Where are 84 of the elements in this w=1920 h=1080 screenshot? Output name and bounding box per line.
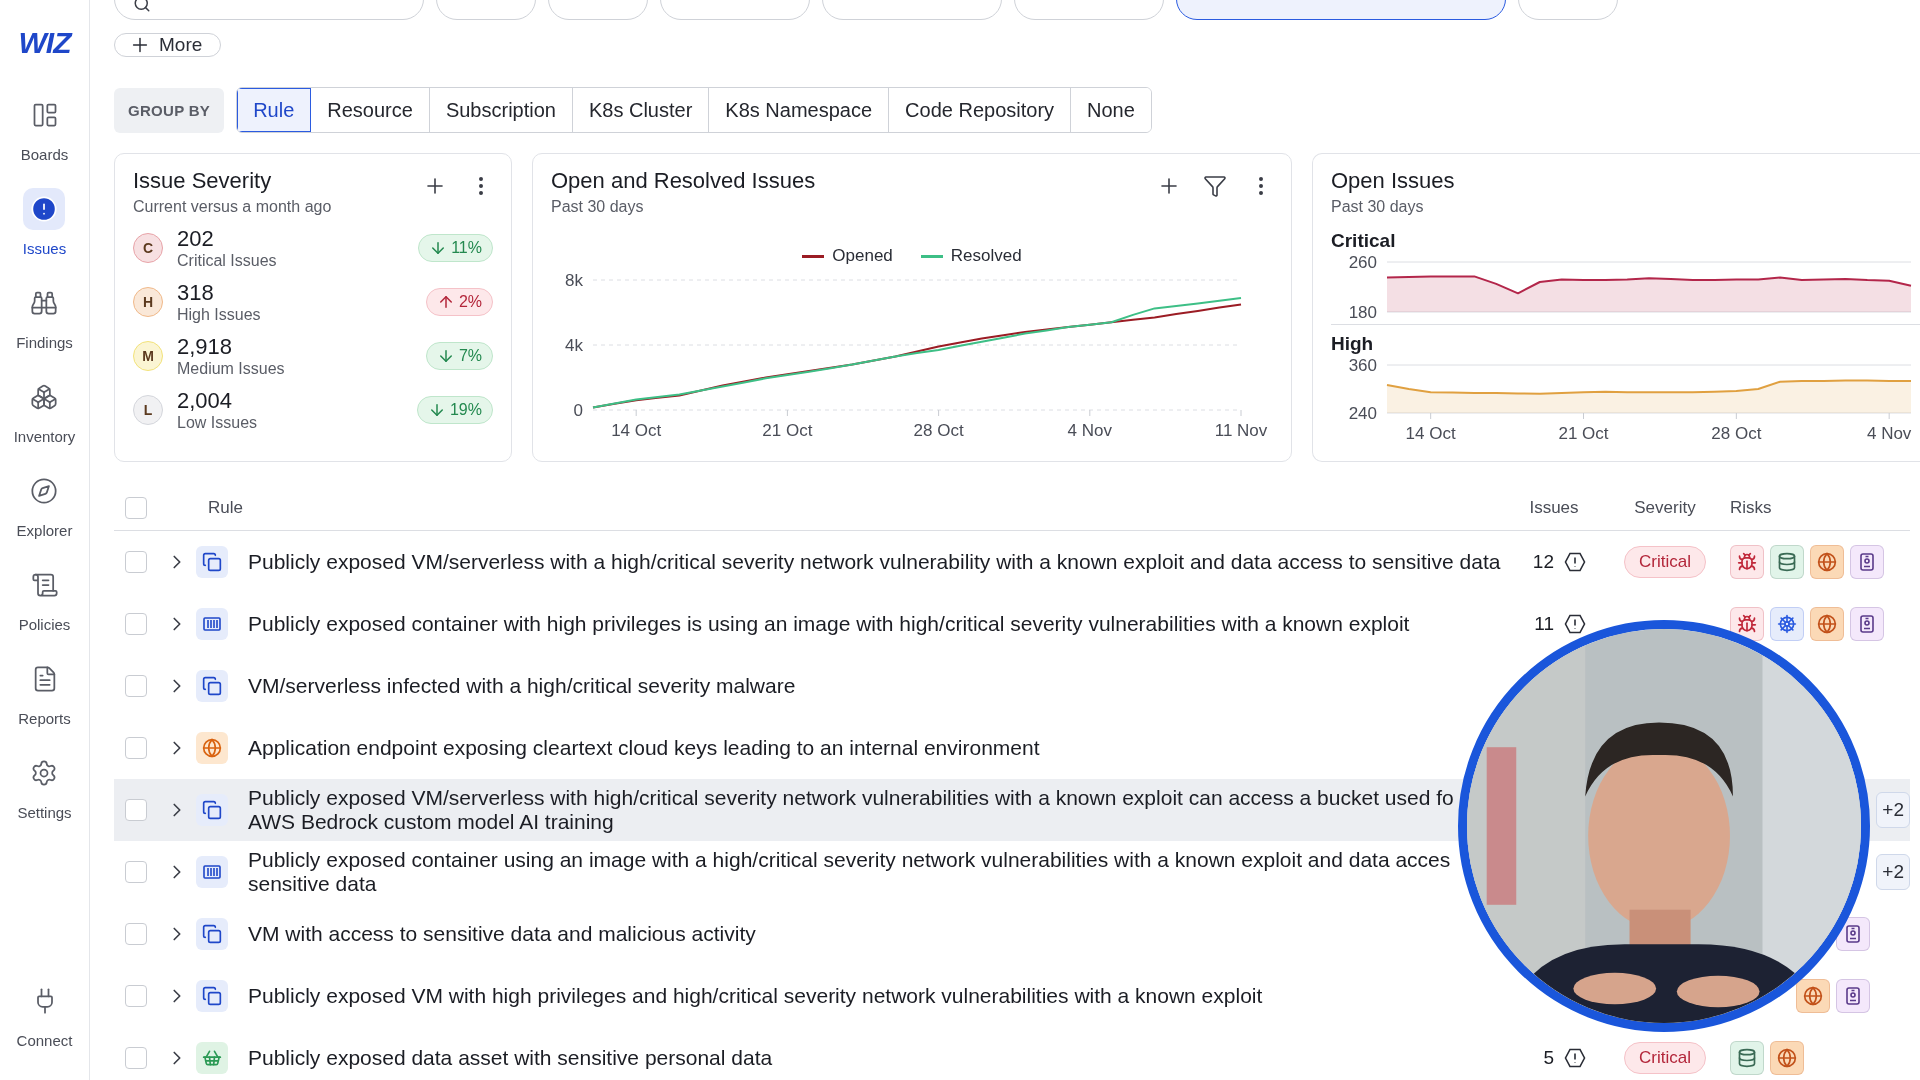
group-by-label: GROUP BY [114,87,225,133]
rule-text[interactable]: Publicly exposed VM with high privileges and high/critical severity network vulnerabilities with a known exploit [248,984,1263,1008]
nav-item[interactable]: Policies [18,564,71,658]
more-risks-badge[interactable]: +2 [1876,792,1910,828]
panel-title: Critical [1331,230,1397,252]
axis-label: 14 Oct [611,421,662,440]
nav-item[interactable]: Explorer [16,470,73,564]
rule-text[interactable]: Publicly exposed VM/serverless with high/critical severity network vulnerabilities with a known exploit can access a bucket used fo AWS Bedrock custom model AI training [248,786,1454,834]
change-badge: 7% [425,342,493,370]
severity-label: Medium Issues [177,360,286,378]
nav-item[interactable]: Issues [22,188,67,282]
nav-label: Settings [17,804,72,821]
nav-label: Explorer [16,522,73,539]
nav-item[interactable]: Inventory [13,376,76,470]
axis-label: 0 [573,401,583,420]
axis-label: 14 Oct [1405,424,1456,443]
axis-label: 360 [1348,356,1377,375]
nav-label: Boards [20,146,69,163]
axis-label: 4 Nov [1067,421,1112,440]
severity-label: Critical Issues [177,252,278,270]
nav-label: Issues [22,240,67,257]
card-title: Open and Resolved Issues [551,168,816,194]
column-header[interactable]: Issues [1529,498,1579,518]
logo[interactable]: WIZ [18,26,71,60]
group-by-tab[interactable]: Rule [237,88,312,132]
more-button[interactable]: More [114,33,222,57]
card-title: Issue Severity [133,168,273,194]
severity-label: Low Issues [177,414,259,432]
axis-label: 4 Nov [1866,424,1912,443]
severity-badge: Critical [1624,1042,1706,1074]
rule-text[interactable]: Publicly exposed container using an image with a high/critical severity network vulnerabilities with a known exploit and data acces sensitive data [248,848,1451,896]
change-badge: 11% [418,234,493,262]
nav-item[interactable]: Findings [16,282,73,376]
card-subtitle: Current versus a month ago [133,198,332,216]
axis-label: 21 Oct [762,421,813,440]
axis-label: 11 Nov [1214,421,1268,440]
nav-item[interactable]: Boards [20,94,69,188]
axis-label: 28 Oct [1711,424,1762,443]
panel-title: High [1331,333,1375,355]
nav-item[interactable]: Settings [17,752,72,846]
axis-label: 28 Oct [913,421,964,440]
axis-label: 21 Oct [1558,424,1609,443]
axis-label: 180 [1348,303,1377,322]
nav-label: Reports [18,710,71,727]
issue-count: 2,918 [177,334,234,360]
issue-count: 2,004 [177,388,234,414]
card-title: Open Issues [1331,168,1456,194]
issue-count: 5 [1543,1047,1554,1069]
severity-badge: Critical [1624,546,1706,578]
issue-count: 12 [1532,551,1554,573]
rule-text[interactable]: VM/serverless infected with a high/critical severity malware [248,674,796,698]
legend-item: Resolved [920,246,1022,266]
nav-label: Findings [16,334,73,351]
severity-label: High Issues [177,306,262,324]
card-subtitle: Past 30 days [551,198,645,216]
issue-count: 11 [1534,613,1554,635]
column-header[interactable]: Rule [208,498,243,518]
rule-text[interactable]: VM with access to sensitive data and malicious activity [248,922,756,946]
severity-badge: C [133,233,163,263]
rule-text[interactable]: Application endpoint exposing cleartext cloud keys leading to an internal environment [248,736,1040,760]
column-header[interactable]: Risks [1730,498,1772,518]
axis-label: 260 [1348,253,1377,272]
more-risks-badge[interactable]: +2 [1876,854,1910,890]
change-badge: 19% [416,396,493,424]
axis-label: 240 [1348,404,1377,423]
nav-item[interactable]: Connect [16,980,73,1080]
severity-badge: H [133,287,163,317]
axis-label: 4k [565,336,583,355]
axis-label: 8k [565,271,583,290]
severity-badge: M [133,341,163,371]
issue-count: 202 [177,226,215,252]
rule-text[interactable]: Publicly exposed data asset with sensitive personal data [248,1046,773,1070]
legend-item: Opened [802,246,893,266]
nav-label: Inventory [13,428,76,445]
nav-label: Policies [18,616,71,633]
rule-text[interactable]: Publicly exposed VM/serverless with a high/critical severity network vulnerability with a known exploit and data access to sensitive data [248,550,1501,574]
issue-count: 318 [177,280,215,306]
rule-text[interactable]: Publicly exposed container with high privileges is using an image with high/critical severity vulnerabilities with a known exploit [248,612,1410,636]
nav-label: Connect [16,1032,73,1049]
nav-item[interactable]: Reports [18,658,71,752]
card-subtitle: Past 30 days [1331,198,1425,216]
change-badge: 2% [425,288,493,316]
column-header[interactable]: Severity [1634,498,1696,518]
severity-badge: L [133,395,163,425]
